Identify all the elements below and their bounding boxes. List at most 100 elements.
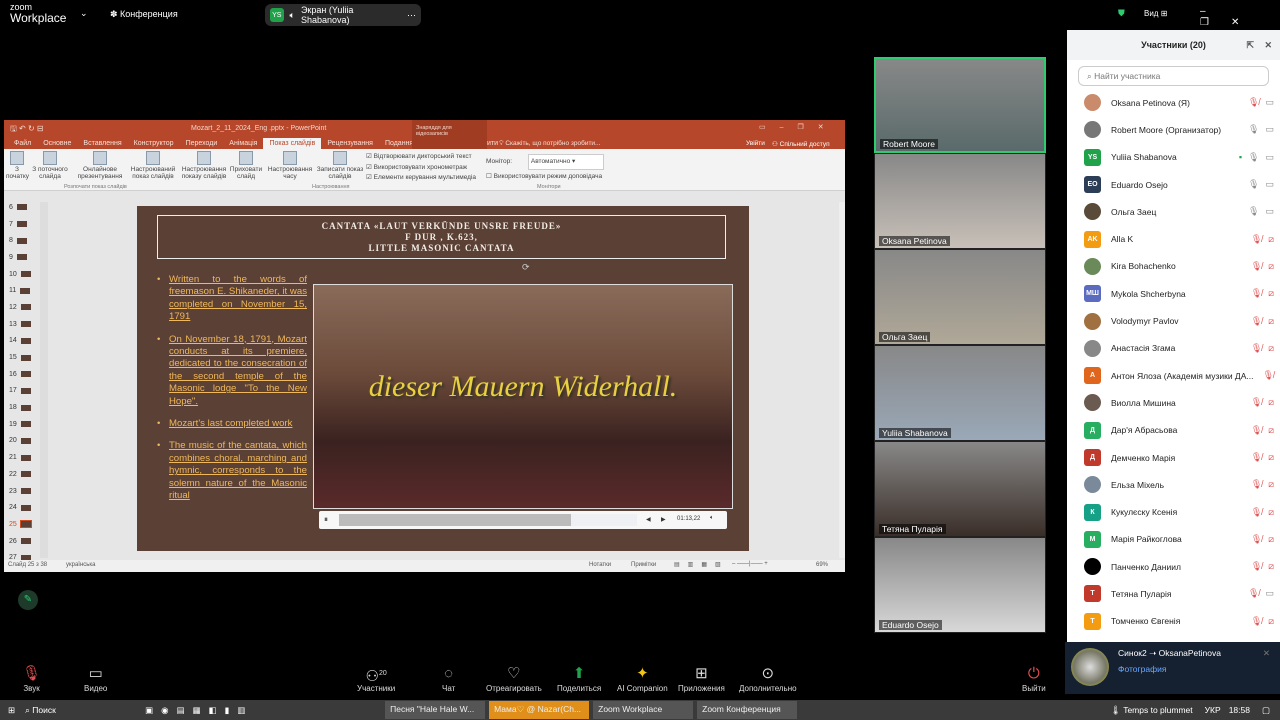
- camera-off-icon[interactable]: ⧄: [1268, 534, 1274, 545]
- participant-row[interactable]: Виолла Мишина 🎙︎̸ ⧄: [1067, 389, 1280, 416]
- quick-access-toolbar[interactable]: 🖫 ↶ ↻ ⊟: [10, 123, 44, 137]
- screen-share-pill[interactable]: YS 🔈︎ Экран (Yuliia Shabanova) ⋯: [265, 4, 421, 26]
- slide-bullets[interactable]: Written to the words of freemason E. Shi…: [157, 274, 307, 513]
- camera-off-icon[interactable]: ⧄: [1268, 397, 1274, 408]
- slide-scrollbar[interactable]: [839, 202, 845, 558]
- narration-checkbox[interactable]: ☑ Відтворювати дикторський текст: [366, 152, 476, 163]
- mic-muted-icon[interactable]: 🎙︎̸: [1251, 316, 1262, 327]
- participant-row[interactable]: М Марія Райкоглова 🎙︎̸ ⧄: [1067, 526, 1280, 553]
- camera-icon[interactable]: ▭: [1265, 206, 1274, 217]
- ribbon-tab[interactable]: Рецензування: [321, 138, 379, 149]
- mic-icon[interactable]: 🎙︎: [1248, 179, 1259, 190]
- share-screen-button[interactable]: ⬆ Поделиться: [557, 664, 601, 693]
- camera-icon[interactable]: ▭: [1265, 124, 1274, 135]
- media-controls-checkbox[interactable]: ☑ Елементи керування мультимедіа: [366, 173, 476, 184]
- share-button[interactable]: ⚇ Спільний доступ: [772, 140, 830, 148]
- ribbon-tab[interactable]: Вставлення: [77, 138, 127, 149]
- mic-muted-icon[interactable]: 🎙︎̸: [1251, 261, 1262, 272]
- participant-search-input[interactable]: ⌕ Найти участника: [1078, 66, 1269, 86]
- taskbar-task[interactable]: Мама♡ @ Nazar(Ch...: [489, 701, 590, 719]
- popout-icon[interactable]: ⇱: [1246, 30, 1254, 60]
- pause-icon[interactable]: ⏸︎: [324, 515, 328, 525]
- video-tile[interactable]: Oksana Petinova: [874, 153, 1046, 249]
- thumbnail-scrollbar[interactable]: [40, 202, 48, 558]
- participant-row[interactable]: К Кукулєску Ксенія 🎙︎̸ ⧄: [1067, 498, 1280, 525]
- mic-muted-icon[interactable]: 🎙︎̸: [1251, 616, 1262, 627]
- video-tile[interactable]: Robert Moore: [874, 57, 1046, 153]
- participant-row[interactable]: Robert Moore (Организатор) 🎙︎ ▭: [1067, 116, 1280, 143]
- ribbon-tab[interactable]: Файл: [8, 138, 37, 149]
- mic-muted-icon[interactable]: 🎙︎̸: [1251, 479, 1262, 490]
- leave-button[interactable]: ⏻ Выйти: [1022, 664, 1046, 693]
- taskbar-task[interactable]: Песня "Hale Hale W...: [385, 701, 486, 719]
- taskbar-search[interactable]: ⌕ Поиск: [25, 705, 145, 716]
- taskbar-task[interactable]: Zoom Workplace: [593, 701, 694, 719]
- ribbon-tab[interactable]: Конструктор: [128, 138, 180, 149]
- mic-muted-icon[interactable]: 🎙︎̸: [1251, 534, 1262, 545]
- ribbon-tab[interactable]: Показ слайдів: [263, 138, 322, 149]
- timings-checkbox[interactable]: ☑ Використовувати хронометраж: [366, 163, 476, 174]
- camera-off-icon[interactable]: ⧄: [1268, 616, 1274, 627]
- ribbon-tab[interactable]: Переходи: [180, 138, 224, 149]
- view-button[interactable]: Вид ⊞: [1144, 9, 1167, 18]
- ppt-window-controls[interactable]: ▭–❐✕: [759, 123, 838, 131]
- mic-muted-icon[interactable]: 🎙︎̸: [1263, 370, 1274, 381]
- audio-button[interactable]: 🎙︎ Звук: [22, 664, 41, 693]
- signin-link[interactable]: Увійти: [746, 140, 765, 147]
- clock[interactable]: 18:58: [1229, 705, 1250, 715]
- pinned-apps[interactable]: ▣◉▤▦◧▮▥: [145, 705, 385, 716]
- weather-widget[interactable]: 🌡︎ Temps to plummet: [1110, 705, 1192, 716]
- chevron-down-icon[interactable]: ⌄: [80, 8, 88, 19]
- window-controls[interactable]: –❐✕: [1200, 6, 1280, 28]
- language[interactable]: українська: [66, 562, 96, 568]
- camera-off-icon[interactable]: ⧄: [1268, 288, 1274, 299]
- participant-row[interactable]: YS Yuliia Shabanova ▪ 🎙︎ ▭: [1067, 144, 1280, 171]
- rotate-handle-icon[interactable]: ⟳: [522, 262, 530, 273]
- mic-icon[interactable]: 🎙︎: [1248, 124, 1259, 135]
- meeting-info-button[interactable]: ✽ Конференция: [110, 9, 178, 20]
- camera-off-icon[interactable]: ⧄: [1268, 507, 1274, 518]
- mic-icon[interactable]: 🎙︎: [1248, 152, 1259, 163]
- mic-muted-icon[interactable]: 🎙︎̸: [1251, 343, 1262, 354]
- participant-row[interactable]: Kira Bohachenko 🎙︎̸ ⧄: [1067, 253, 1280, 280]
- video-tile[interactable]: Тетяна Пуларія: [874, 441, 1046, 537]
- setup-show-button[interactable]: Настроювання показу слайдів: [180, 149, 228, 180]
- ai-companion-button[interactable]: ✦ AI Companion: [617, 664, 668, 693]
- participant-row[interactable]: Ольга Заец 🎙︎ ▭: [1067, 198, 1280, 225]
- participant-row[interactable]: EO Eduardo Osejo 🎙︎ ▭: [1067, 171, 1280, 198]
- mic-muted-icon[interactable]: 🎙︎̸: [1251, 397, 1262, 408]
- participants-button[interactable]: ⚇20 Участники: [357, 664, 395, 693]
- mic-muted-icon[interactable]: 🎙︎̸: [1251, 561, 1262, 572]
- mic-icon[interactable]: 🎙︎: [1248, 206, 1259, 217]
- camera-icon[interactable]: ▭: [1265, 179, 1274, 190]
- ribbon-tab[interactable]: Анімація: [223, 138, 263, 149]
- tell-me-search[interactable]: 💡︎ Скажіть, що потрібно зробити...: [499, 140, 600, 148]
- mic-muted-icon[interactable]: 🎙︎̸: [1251, 288, 1262, 299]
- camera-icon[interactable]: ▭: [1265, 588, 1274, 599]
- slide-title[interactable]: CANTATA «LAUT VERKÜNDE UNSRE FREUDE» F D…: [157, 215, 726, 259]
- video-tile[interactable]: Ольга Заец: [874, 249, 1046, 345]
- video-button[interactable]: ▭ Видео: [84, 664, 107, 693]
- video-tile[interactable]: Eduardo Osejo: [874, 537, 1046, 633]
- skip-back-icon[interactable]: ◀: [646, 516, 651, 523]
- participant-row[interactable]: МШ Mykola Shcherbyna 🎙︎̸ ⧄: [1067, 280, 1280, 307]
- mic-muted-icon[interactable]: 🎙︎̸: [1251, 507, 1262, 518]
- react-button[interactable]: ♡ Отреагировать: [486, 664, 542, 693]
- rehearse-button[interactable]: Настроювання часу: [266, 149, 314, 180]
- from-current-button[interactable]: З поточного слайда: [30, 149, 70, 180]
- volume-icon[interactable]: 🔈︎: [710, 515, 714, 522]
- more-options-icon[interactable]: ⋯: [407, 10, 416, 21]
- chat-button[interactable]: ◌ Чат: [442, 664, 455, 693]
- camera-off-icon[interactable]: ⧄: [1268, 234, 1274, 245]
- notifications-icon[interactable]: ▢: [1262, 705, 1270, 716]
- mic-muted-icon[interactable]: 🎙︎̸: [1251, 452, 1262, 463]
- monitor-select[interactable]: Автоматично ▾: [527, 154, 604, 170]
- camera-off-icon[interactable]: ⧄: [1268, 343, 1274, 354]
- camera-off-icon[interactable]: ⧄: [1268, 425, 1274, 436]
- slide-canvas[interactable]: CANTATA «LAUT VERKÜNDE UNSRE FREUDE» F D…: [137, 206, 749, 551]
- mic-muted-icon[interactable]: 🎙︎̸: [1248, 97, 1259, 108]
- close-icon[interactable]: ✕: [1263, 648, 1270, 659]
- more-button[interactable]: ⊙ Дополнительно: [739, 664, 797, 693]
- notes-button[interactable]: Нотатки: [589, 562, 611, 568]
- mic-muted-icon[interactable]: 🎙︎̸: [1251, 425, 1262, 436]
